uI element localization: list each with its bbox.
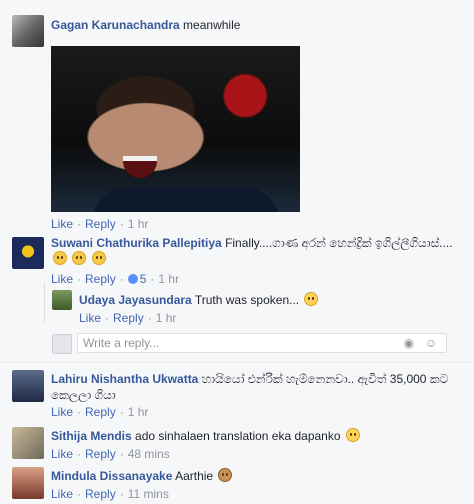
photo-detail — [91, 186, 281, 212]
comment-gagan: Gagan Karunachandra meanwhile Like · Reply… — [0, 10, 474, 235]
reply-button[interactable]: Reply — [85, 272, 116, 286]
like-button[interactable]: Like — [51, 272, 73, 286]
timestamp[interactable]: 1 hr — [128, 217, 149, 231]
monkey-emoji-icon — [218, 468, 233, 482]
timestamp[interactable]: 11 mins — [128, 487, 169, 501]
like-button[interactable]: Like — [51, 405, 73, 419]
commenter-name[interactable]: Mindula Dissanayake — [51, 469, 172, 483]
likes-count[interactable]: 5 — [127, 272, 146, 286]
timestamp[interactable]: 1 hr — [158, 272, 179, 286]
comment-lahiru: Lahiru Nishantha Ukwatta හායියෝ එන්රික් … — [0, 368, 474, 419]
reply-button[interactable]: Reply — [113, 311, 144, 325]
comment-photo[interactable] — [51, 46, 300, 212]
commenter-name[interactable]: Gagan Karunachandra — [51, 18, 180, 32]
current-user-avatar — [52, 334, 72, 354]
reply-box[interactable]: ◉ ☺ — [77, 333, 447, 353]
timestamp[interactable]: 1 hr — [156, 311, 177, 325]
comment-text: ado sinhalaen translation eka dapanko — [135, 429, 341, 443]
reply-button[interactable]: Reply — [85, 217, 116, 231]
tongue-emoji-icon — [345, 428, 360, 442]
comment-mindula: Mindula Dissanayake Aarthie Like · Reply · 1… — [0, 465, 474, 503]
divider — [0, 362, 474, 363]
avatar[interactable] — [12, 237, 44, 269]
grimace-emoji-icon — [91, 251, 106, 265]
reply-button[interactable]: Reply — [85, 447, 116, 461]
reply-button[interactable]: Reply — [85, 487, 116, 501]
like-button[interactable]: Like — [51, 217, 73, 231]
commenter-name[interactable]: Udaya Jayasundara — [79, 293, 192, 307]
photo-detail — [123, 156, 157, 178]
camera-icon[interactable]: ◉ — [402, 336, 416, 350]
reply-udaya: Udaya Jayasundara Truth was spoken... Li… — [0, 290, 474, 330]
avatar[interactable] — [12, 427, 44, 459]
like-button[interactable]: Like — [51, 447, 73, 461]
timestamp[interactable]: 48 mins — [128, 447, 170, 461]
avatar[interactable] — [12, 15, 44, 47]
thumbs-up-icon — [127, 274, 138, 284]
comment-text: Truth was spoken... — [194, 293, 300, 307]
reply-button[interactable]: Reply — [85, 405, 116, 419]
laughing-emoji-icon — [304, 292, 319, 306]
commenter-name[interactable]: Lahiru Nishantha Ukwatta — [51, 372, 198, 386]
comment-sithija: Sithija Mendis ado sinhalaen translation… — [0, 425, 474, 461]
grimace-emoji-icon — [72, 251, 87, 265]
commenter-name[interactable]: Suwani Chathurika Pallepitiya — [51, 236, 222, 250]
reply-input[interactable] — [78, 334, 378, 352]
comment-suwani: Suwani Chathurika Pallepitiya Finally...… — [0, 235, 474, 286]
avatar[interactable] — [52, 290, 72, 310]
comment-text: meanwhile — [183, 18, 241, 32]
avatar[interactable] — [12, 370, 44, 402]
avatar[interactable] — [12, 467, 44, 499]
comment-text: Finally....ගාණ අරන් හෙන්ද්‍රික් ඉගිල්ලීග… — [225, 236, 453, 250]
emoji-icon[interactable]: ☺ — [424, 336, 438, 350]
commenter-name[interactable]: Sithija Mendis — [51, 429, 132, 443]
comment-text: Aarthie — [175, 469, 214, 483]
grimace-emoji-icon — [53, 251, 67, 265]
timestamp[interactable]: 1 hr — [128, 405, 149, 419]
like-button[interactable]: Like — [79, 311, 101, 325]
like-button[interactable]: Like — [51, 487, 73, 501]
